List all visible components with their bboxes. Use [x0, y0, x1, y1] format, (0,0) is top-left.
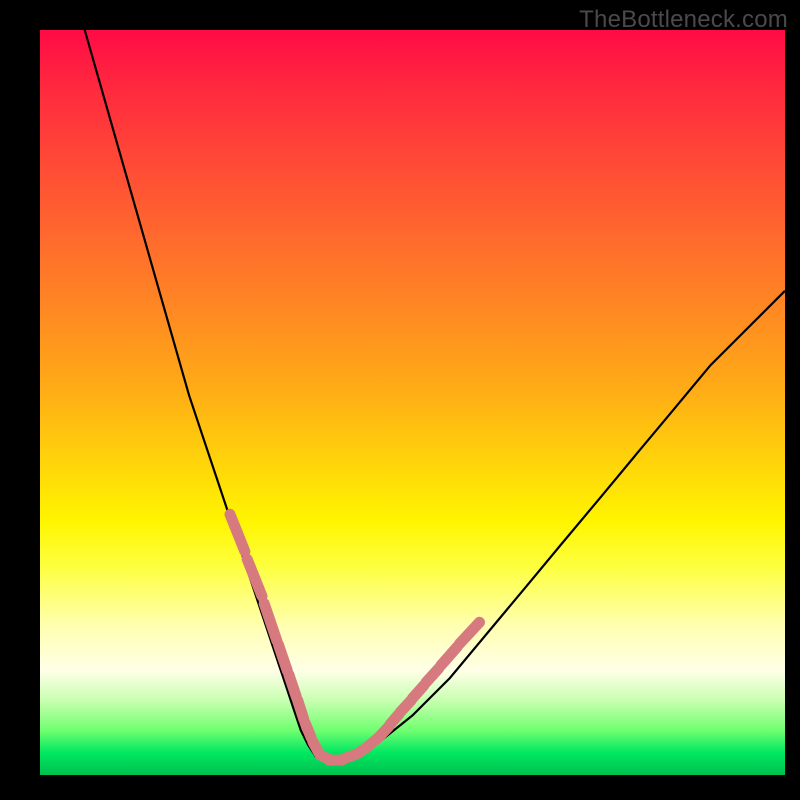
- curve-svg: [40, 30, 785, 775]
- highlight-dash: [426, 669, 439, 683]
- highlight-dash: [289, 674, 297, 696]
- highlight-dash: [459, 622, 479, 644]
- plot-area: [40, 30, 785, 775]
- highlight-dash: [298, 701, 304, 720]
- highlight-dash: [230, 514, 245, 551]
- highlight-dash: [441, 647, 457, 666]
- highlight-dash: [247, 559, 262, 596]
- highlight-dash: [305, 723, 311, 738]
- chart-frame: TheBottleneck.com: [0, 0, 800, 800]
- highlight-dash: [413, 686, 424, 699]
- highlight-dashes: [230, 514, 480, 760]
- bottleneck-curve: [85, 30, 785, 760]
- highlight-dash: [264, 604, 277, 641]
- watermark-text: TheBottleneck.com: [579, 6, 788, 34]
